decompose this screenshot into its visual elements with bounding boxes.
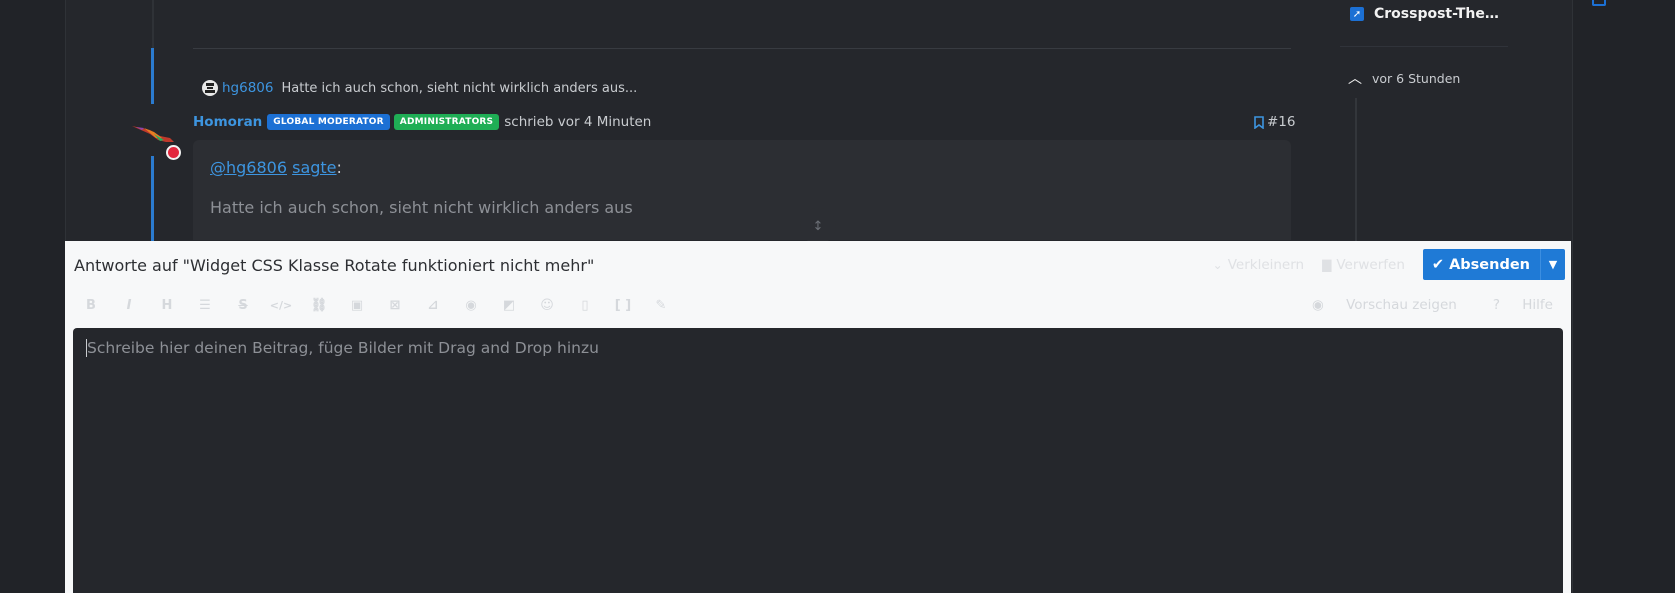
- link-icon[interactable]: ⛓: [309, 295, 329, 315]
- code-block-icon[interactable]: [ ]: [613, 295, 633, 315]
- help-label: Hilfe: [1522, 297, 1553, 313]
- timeline-line: [152, 0, 154, 48]
- post-number[interactable]: #16: [1254, 112, 1296, 132]
- quote-text: Hatte ich auch schon, sieht nicht wirkli…: [210, 198, 633, 217]
- online-status-indicator: [166, 145, 181, 160]
- toolbar-right: ◉ Vorschau zeigen ? Hilfe: [1276, 295, 1553, 315]
- post-timestamp[interactable]: schrieb vor 4 Minuten: [504, 114, 651, 130]
- chevron-down-icon: ⌄: [1212, 257, 1223, 272]
- submit-button[interactable]: ✔ Absenden: [1423, 249, 1540, 280]
- sidebar-timeline-line: [1355, 98, 1357, 243]
- formatting-toolbar: B I H ☰ S </> ⛓ ▣ ⊠ ⊿ ◉ ◩ ☺ ▯ [ ] ✎: [81, 295, 689, 315]
- trash-icon: ▇: [1322, 257, 1332, 272]
- minimize-label: Verkleinern: [1227, 256, 1305, 273]
- post-divider: [193, 48, 1291, 49]
- quote-user-link[interactable]: @hg6806: [210, 158, 287, 177]
- preview-label: Vorschau zeigen: [1346, 297, 1457, 313]
- check-icon: ✔: [1431, 256, 1445, 273]
- textarea-placeholder: Schreibe hier deinen Beitrag, füge Bilde…: [87, 339, 599, 357]
- badge-global-moderator[interactable]: GLOBAL MODERATOR: [267, 114, 390, 130]
- eye-icon: ◉: [1312, 297, 1329, 313]
- quote-colon: :: [336, 158, 342, 177]
- strikethrough-icon[interactable]: S: [233, 295, 253, 315]
- discard-button[interactable]: ▇ Verwerfen: [1322, 257, 1405, 273]
- chevron-up-icon: ︿: [1348, 71, 1362, 87]
- eye-slash-icon[interactable]: ◉: [461, 295, 481, 315]
- submit-label: Absenden: [1449, 256, 1530, 273]
- list-icon[interactable]: ☰: [195, 295, 215, 315]
- help-button[interactable]: ? Hilfe: [1475, 297, 1553, 313]
- quote-header: @hg6806 sagte:: [210, 158, 342, 177]
- user-avatar-icon: [202, 80, 218, 96]
- spoiler-icon[interactable]: ◩: [499, 295, 519, 315]
- bookmark-icon[interactable]: [1254, 115, 1264, 129]
- author-name[interactable]: Homoran: [193, 114, 262, 130]
- composer-title[interactable]: Antworte auf "Widget CSS Klasse Rotate f…: [74, 256, 594, 275]
- reply-reference[interactable]: hg6806 Hatte ich auch schon, sieht nicht…: [202, 78, 637, 98]
- quote-said-link[interactable]: sagte: [292, 158, 336, 177]
- resize-handle-icon[interactable]: ↕: [800, 208, 836, 244]
- heading-icon[interactable]: H: [157, 295, 177, 315]
- post-header: Homoran GLOBAL MODERATOR ADMINISTRATORS …: [193, 112, 651, 132]
- question-icon: ?: [1492, 297, 1505, 313]
- italic-icon[interactable]: I: [119, 295, 139, 315]
- sidebar-divider: [1340, 46, 1508, 47]
- post-content: @hg6806 sagte: Hatte ich auch schon, sie…: [193, 140, 1291, 240]
- timeline-progress-lower: [151, 156, 154, 242]
- discard-label: Verwerfen: [1336, 256, 1405, 273]
- sidebar-timeline-toggle[interactable]: ︿ vor 6 Stunden: [1348, 68, 1460, 88]
- preview-toggle-button[interactable]: ◉ Vorschau zeigen: [1294, 297, 1457, 313]
- post-number-label: #16: [1267, 114, 1296, 130]
- brush-icon[interactable]: ✎: [651, 295, 671, 315]
- file-upload-icon[interactable]: ▯: [575, 295, 595, 315]
- emoji-icon[interactable]: ☺: [537, 295, 557, 315]
- code-icon[interactable]: </>: [270, 295, 292, 315]
- bold-icon[interactable]: B: [81, 295, 101, 315]
- post-textarea[interactable]: Schreibe hier deinen Beitrag, füge Bilde…: [73, 328, 1563, 593]
- badge-administrators[interactable]: ADMINISTRATORS: [393, 114, 500, 130]
- reply-reference-user[interactable]: hg6806: [222, 80, 273, 96]
- sidebar-crosspost-link[interactable]: ➚ Crosspost-The…: [1350, 6, 1499, 22]
- reply-reference-text[interactable]: Hatte ich auch schon, sieht nicht wirkli…: [281, 81, 637, 96]
- sidebar-crosspost-label: Crosspost-The…: [1374, 6, 1499, 22]
- table-icon[interactable]: ⊠: [385, 295, 405, 315]
- submit-button-group: ✔ Absenden ▼: [1422, 249, 1565, 280]
- image-icon[interactable]: ▣: [347, 295, 367, 315]
- composer: Antworte auf "Widget CSS Klasse Rotate f…: [65, 241, 1571, 593]
- composer-actions: ⌄ Verkleinern ▇ Verwerfen ✔ Absenden ▼: [1213, 249, 1565, 280]
- chart-icon[interactable]: ⊿: [423, 295, 443, 315]
- minimize-button[interactable]: ⌄ Verkleinern: [1213, 257, 1304, 273]
- edge-tab-icon[interactable]: [1592, 0, 1606, 6]
- sidebar-time-label: vor 6 Stunden: [1372, 70, 1461, 86]
- submit-options-caret-icon[interactable]: ▼: [1540, 249, 1565, 280]
- timeline-progress: [151, 48, 154, 104]
- external-link-icon: ➚: [1350, 7, 1364, 21]
